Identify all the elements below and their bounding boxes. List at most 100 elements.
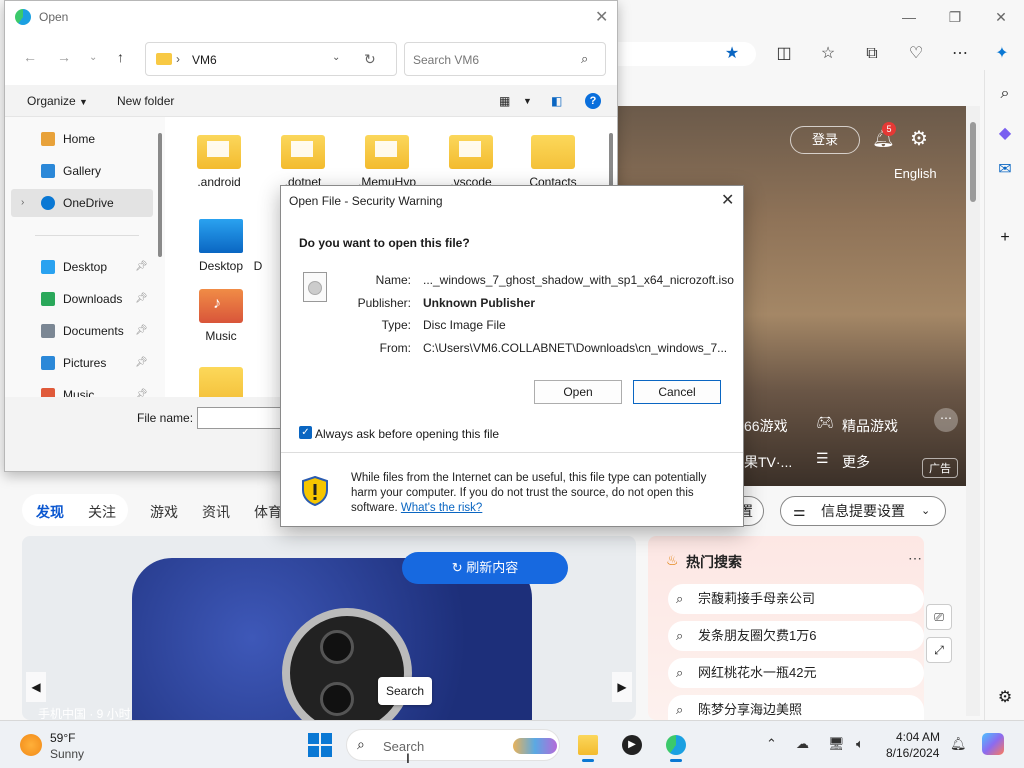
hot-search-item[interactable]: ⌕ 陈梦分享海边美照 — [668, 695, 924, 720]
nav-item-onedrive[interactable]: › OneDrive — [11, 189, 153, 217]
favorites-icon[interactable]: ☆ — [816, 42, 840, 66]
preview-pane-icon[interactable]: ◧ — [551, 94, 562, 108]
search-icon[interactable]: ⌕ — [993, 82, 1017, 106]
scrollbar-thumb[interactable] — [970, 122, 976, 202]
clock-time[interactable]: 4:04 AM — [896, 730, 940, 744]
tab-discover[interactable]: 发现 — [36, 502, 64, 522]
always-ask-checkbox[interactable]: ✓ — [299, 426, 312, 439]
pin-icon[interactable]: 📌︎ — [135, 381, 148, 397]
add-icon[interactable]: + — [993, 226, 1017, 250]
more-link[interactable]: 更多 — [842, 452, 870, 472]
tv-link[interactable]: 果TV·... — [744, 452, 792, 472]
file-item[interactable]: .android — [177, 123, 257, 195]
notification-bell-icon[interactable]: 🔔︎ — [950, 736, 967, 752]
cloud-off-icon[interactable]: ☁ — [796, 736, 809, 752]
hot-search-item[interactable]: ⌕ 发条朋友圈欠费1万6 — [668, 621, 924, 651]
chevron-right-icon[interactable]: › — [21, 189, 24, 217]
edge-app[interactable] — [660, 729, 692, 762]
feed-settings-button[interactable]: ⚌ 信息提要设置 ⌄ — [780, 496, 946, 526]
up-arrow-icon[interactable]: ↑ — [117, 49, 124, 65]
name-value: ..._windows_7_ghost_shadow_with_sp1_x64_… — [423, 273, 734, 287]
file-explorer-app[interactable] — [572, 729, 604, 762]
new-folder-button[interactable]: New folder — [117, 94, 174, 108]
close-icon[interactable]: ✕ — [595, 7, 608, 27]
copilot-taskbar-icon[interactable] — [982, 733, 1004, 755]
chevron-up-icon[interactable]: ⌃ — [766, 736, 777, 752]
weather-description[interactable]: Sunny — [50, 747, 84, 761]
network-icon[interactable]: 🖥︎ — [828, 736, 845, 752]
prev-arrow-icon[interactable]: ◀ — [26, 672, 46, 702]
restore-icon[interactable]: ❐ — [944, 6, 966, 28]
file-item[interactable]: D — [243, 207, 273, 279]
clock-date[interactable]: 8/16/2024 — [886, 746, 939, 760]
feedback-icon[interactable]: ⎚ — [926, 604, 952, 630]
more-dots-icon[interactable]: ⋯ — [934, 408, 958, 432]
chevron-down-icon[interactable]: ⌄ — [332, 52, 340, 63]
start-button[interactable] — [308, 733, 332, 757]
tab-follow[interactable]: 关注 — [88, 502, 116, 522]
sound-icon[interactable]: 🔈︎ — [856, 736, 864, 752]
file-name-input[interactable] — [197, 407, 287, 429]
outlook-icon[interactable]: ✉ — [993, 158, 1017, 182]
tab-games[interactable]: 游戏 — [150, 502, 178, 522]
pin-icon[interactable]: 📌︎ — [135, 253, 148, 281]
gear-icon[interactable]: ⚙ — [993, 686, 1017, 710]
nav-scrollbar[interactable] — [155, 117, 165, 397]
address-path-box[interactable]: › VM6 ⌄ ↻ — [145, 42, 397, 76]
nav-item-pictures[interactable]: Pictures 📌︎ — [11, 349, 153, 377]
recent-chevron-icon[interactable]: ⌄ — [89, 52, 97, 63]
weather-temperature[interactable]: 59°F — [50, 731, 75, 745]
nav-item-downloads[interactable]: Downloads 📌︎ — [11, 285, 153, 313]
always-ask-label[interactable]: Always ask before opening this file — [315, 427, 499, 441]
refresh-content-button[interactable]: ↻ 刷新内容 — [402, 552, 568, 584]
tab-sports[interactable]: 体育 — [254, 502, 282, 522]
organize-button[interactable]: Organize ▼ — [27, 94, 88, 108]
file-item[interactable] — [179, 355, 259, 397]
help-icon[interactable]: ? — [585, 93, 601, 109]
more-dots-icon[interactable]: ⋯ — [908, 550, 922, 567]
pin-icon[interactable]: 📌︎ — [135, 317, 148, 345]
file-item[interactable]: ♪ Music — [179, 277, 259, 349]
media-player-app[interactable]: ▶ — [616, 729, 648, 761]
close-icon[interactable]: ✕ — [990, 6, 1012, 28]
login-button[interactable]: 登录 — [790, 126, 860, 154]
collections-icon[interactable]: ⧉ — [860, 42, 884, 66]
nav-item-home[interactable]: Home — [11, 125, 153, 153]
browser-essentials-icon[interactable]: ♡ — [904, 42, 928, 66]
fine-games-link[interactable]: 精品游戏 — [842, 416, 898, 436]
pin-icon[interactable]: 📌︎ — [135, 349, 148, 377]
forward-arrow-icon[interactable]: → — [57, 49, 71, 65]
tab-news[interactable]: 资讯 — [202, 502, 230, 522]
favorite-star-icon[interactable]: ★ — [720, 42, 744, 66]
view-icon[interactable]: ▦ — [499, 94, 510, 108]
cancel-button[interactable]: Cancel — [633, 380, 721, 404]
scrollbar-thumb[interactable] — [158, 133, 162, 257]
next-arrow-icon[interactable]: ▶ — [612, 672, 632, 702]
language-switch[interactable]: English — [894, 166, 937, 181]
nav-item-desktop[interactable]: Desktop 📌︎ — [11, 253, 153, 281]
sun-icon[interactable] — [20, 734, 42, 756]
split-screen-icon[interactable]: ◫ — [772, 42, 796, 66]
page-scrollbar[interactable] — [966, 106, 980, 716]
close-icon[interactable]: ✕ — [721, 190, 734, 210]
search-input[interactable]: Search VM6 ⌕ — [404, 42, 606, 76]
pin-icon[interactable]: 📌︎ — [135, 285, 148, 313]
hot-search-item[interactable]: ⌕ 宗馥莉接手母亲公司 — [668, 584, 924, 614]
minimize-icon[interactable]: — — [898, 6, 920, 28]
expand-icon[interactable]: ⤢ — [926, 637, 952, 663]
back-arrow-icon[interactable]: ← — [23, 49, 37, 65]
nav-item-documents[interactable]: Documents 📌︎ — [11, 317, 153, 345]
copilot-sidebar-icon[interactable]: ◆ — [993, 122, 1017, 146]
games-link[interactable]: 66游戏 — [744, 416, 788, 436]
more-options-icon[interactable]: ⋯ — [948, 42, 972, 66]
hot-search-item[interactable]: ⌕ 网红桃花水一瓶42元 — [668, 658, 924, 688]
caret-down-icon[interactable]: ▼ — [523, 96, 532, 106]
taskbar-search[interactable]: ⌕ Search — [346, 729, 560, 761]
nav-item-music[interactable]: Music 📌︎ — [11, 381, 153, 397]
whats-the-risk-link[interactable]: What's the risk? — [401, 502, 482, 514]
copilot-icon[interactable]: ✦ — [990, 42, 1014, 66]
refresh-icon[interactable]: ↻ — [364, 51, 376, 68]
settings-gear-icon[interactable]: ⚙ — [910, 126, 928, 151]
nav-item-gallery[interactable]: Gallery — [11, 157, 153, 185]
open-button[interactable]: Open — [534, 380, 622, 404]
